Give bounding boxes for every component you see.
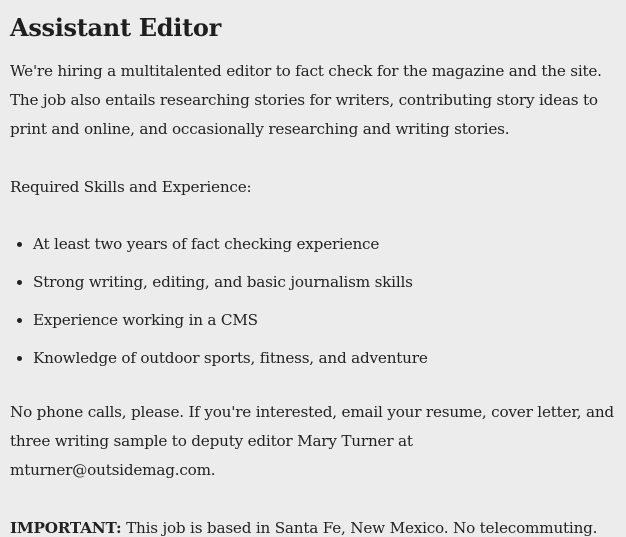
skill-item: Experience working in a CMS bbox=[33, 301, 616, 339]
job-posting: Assistant Editor We're hiring a multital… bbox=[0, 0, 626, 537]
skill-item: Strong writing, editing, and basic journ… bbox=[33, 263, 616, 301]
skills-heading: Required Skills and Experience: bbox=[10, 178, 252, 196]
contact-instructions: No phone calls, please. If you're intere… bbox=[10, 403, 614, 479]
important-label: IMPORTANT: bbox=[10, 519, 122, 537]
skill-item: Knowledge of outdoor sports, fitness, an… bbox=[33, 339, 616, 377]
skill-item: At least two years of fact checking expe… bbox=[33, 225, 616, 263]
skills-list: At least two years of fact checking expe… bbox=[10, 225, 616, 377]
job-title: Assistant Editor bbox=[10, 13, 221, 42]
important-note: IMPORTANT: This job is based in Santa Fe… bbox=[10, 514, 616, 537]
important-text: This job is based in Santa Fe, New Mexic… bbox=[121, 519, 598, 537]
job-description: We're hiring a multitalented editor to f… bbox=[10, 62, 602, 138]
